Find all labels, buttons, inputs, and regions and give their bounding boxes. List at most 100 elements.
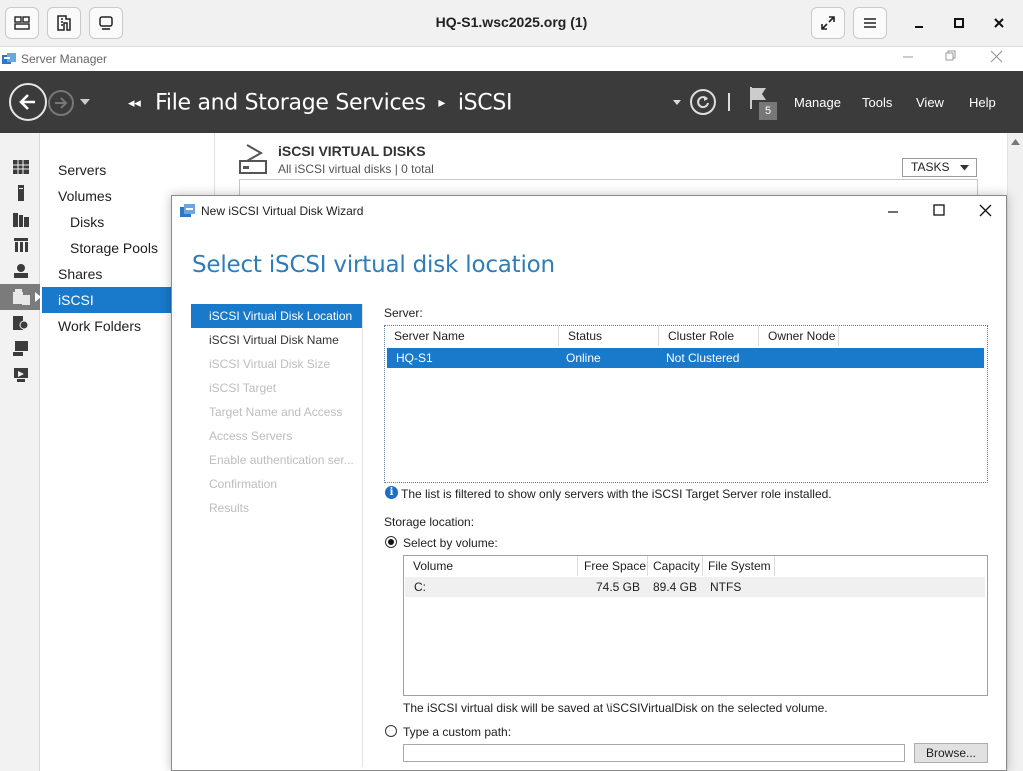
select-by-volume-radio[interactable] [385, 536, 397, 548]
web-server-icon [13, 316, 29, 330]
maximize-icon [933, 204, 945, 216]
breadcrumb-collapse-icon[interactable]: ◂◂ [128, 96, 141, 111]
viewer-minimize-button[interactable] [908, 12, 930, 34]
menu-manage[interactable]: Manage [794, 95, 841, 110]
subnav-work-folders[interactable]: Work Folders [42, 313, 192, 339]
close-icon [994, 18, 1004, 28]
subnav-iscsi[interactable]: iSCSI [42, 287, 192, 313]
menu-view[interactable]: View [916, 95, 944, 110]
custom-path-radio[interactable] [385, 725, 397, 737]
wizard-icon [180, 204, 195, 217]
storage-location-label: Storage location: [384, 515, 475, 529]
remote-desktop-icon [13, 341, 28, 356]
col-capacity[interactable]: Capacity [648, 556, 703, 576]
rail-iis[interactable] [0, 310, 40, 336]
tasks-label: TASKS [911, 160, 950, 174]
rail-dns[interactable] [0, 258, 40, 284]
viewer-close-button[interactable] [988, 12, 1010, 34]
app-close-button[interactable] [990, 50, 1003, 66]
rail-ad-ds[interactable] [0, 232, 40, 258]
rail-dashboard[interactable] [0, 154, 40, 180]
subnav-shares[interactable]: Shares [42, 261, 192, 287]
menu-help[interactable]: Help [969, 95, 996, 110]
dialog-minimize-button[interactable] [883, 201, 903, 219]
rail-file-storage-services[interactable] [0, 284, 40, 310]
volume-row[interactable]: C: 74.5 GB 89.4 GB NTFS [405, 577, 985, 597]
col-server-name[interactable]: Server Name [385, 326, 559, 346]
icon-rail [0, 133, 40, 771]
subnav-volumes[interactable]: Volumes [42, 183, 192, 209]
subnav-servers[interactable]: Servers [42, 157, 192, 183]
volume-free-space-cell: 74.5 GB [595, 580, 640, 594]
step-target-name-access: Target Name and Access [209, 405, 343, 419]
server-manager-icon [2, 53, 16, 64]
scroll-up-icon[interactable] [1011, 139, 1020, 145]
directory-icon [14, 238, 28, 252]
history-dropdown-icon[interactable] [80, 99, 90, 106]
server-status-cell: Online [566, 351, 601, 365]
step-virtual-disk-location[interactable]: iSCSI Virtual Disk Location [191, 304, 362, 328]
app-minimize-button[interactable] [902, 50, 914, 65]
select-by-volume-label[interactable]: Select by volume: [403, 536, 498, 550]
dialog-maximize-button[interactable] [929, 201, 949, 219]
col-owner-node[interactable]: Owner Node [759, 326, 839, 346]
arrow-right-icon [55, 97, 68, 109]
step-results: Results [209, 501, 250, 515]
rail-local-server[interactable] [0, 180, 40, 206]
volume-list[interactable]: Volume Free Space Capacity File System C… [403, 555, 988, 696]
custom-path-label[interactable]: Type a custom path: [403, 725, 511, 739]
minimize-icon [903, 56, 913, 58]
fullscreen-button[interactable] [811, 7, 845, 39]
main-scrollbar[interactable] [1007, 133, 1023, 771]
viewer-toolbar: HQ-S1.wsc2025.org (1) [0, 0, 1023, 47]
section-title: iSCSI VIRTUAL DISKS [278, 143, 426, 159]
restore-icon [945, 50, 956, 61]
step-confirmation: Confirmation [209, 477, 278, 491]
breadcrumb: ◂◂ File and Storage Services ▸ iSCSI [128, 90, 513, 116]
rail-all-servers[interactable] [0, 206, 40, 232]
close-icon [979, 204, 991, 216]
server-list[interactable]: Server Name Status Cluster Role Owner No… [384, 325, 988, 483]
rail-remote-desktop[interactable] [0, 336, 40, 362]
server-row[interactable]: HQ-S1 Online Not Clustered [387, 348, 984, 368]
forward-button[interactable] [48, 90, 74, 116]
viewer-menu-button[interactable] [853, 7, 887, 39]
col-free-space[interactable]: Free Space [578, 556, 648, 576]
custom-path-input[interactable] [403, 744, 905, 762]
viewer-maximize-button[interactable] [948, 12, 970, 34]
col-volume[interactable]: Volume [404, 556, 578, 576]
maximize-icon [954, 18, 964, 28]
server-label: Server: [384, 306, 423, 320]
col-status[interactable]: Status [559, 326, 659, 346]
notifications-button[interactable]: 5 [748, 85, 780, 121]
back-button[interactable] [9, 83, 47, 121]
expand-icon [821, 16, 835, 30]
menu-tools[interactable]: Tools [862, 95, 892, 110]
server-icon [18, 185, 24, 201]
dashboard-icon [13, 160, 29, 174]
dropdown-icon[interactable] [673, 100, 681, 106]
wizard-steps: iSCSI Virtual Disk Location iSCSI Virtua… [191, 304, 363, 767]
arrow-left-icon [19, 94, 35, 110]
breadcrumb-separator-icon: ▸ [438, 95, 446, 111]
tasks-dropdown[interactable]: TASKS [902, 158, 977, 177]
new-iscsi-virtual-disk-wizard: New iSCSI Virtual Disk Wizard Select iSC… [171, 195, 1007, 771]
hamburger-icon [864, 18, 876, 28]
dialog-titlebar: New iSCSI Virtual Disk Wizard [172, 196, 1006, 224]
app-restore-button[interactable] [945, 50, 957, 65]
refresh-button[interactable] [690, 89, 716, 115]
save-location-note: The iSCSI virtual disk will be saved at … [403, 701, 828, 715]
step-virtual-disk-name[interactable]: iSCSI Virtual Disk Name [191, 328, 362, 352]
col-file-system[interactable]: File System [703, 556, 775, 576]
refresh-icon [697, 96, 709, 109]
chevron-down-icon [960, 165, 969, 171]
server-manager-titlebar: Server Manager [0, 47, 1023, 71]
col-cluster-role[interactable]: Cluster Role [659, 326, 759, 346]
dialog-close-button[interactable] [975, 201, 995, 219]
browse-button[interactable]: Browse... [914, 743, 988, 763]
minimize-icon [888, 211, 898, 213]
file-storage-icon [13, 289, 30, 305]
rail-hyper-v[interactable] [0, 362, 40, 388]
breadcrumb-parent[interactable]: File and Storage Services [155, 91, 426, 116]
minimize-icon [915, 26, 923, 28]
